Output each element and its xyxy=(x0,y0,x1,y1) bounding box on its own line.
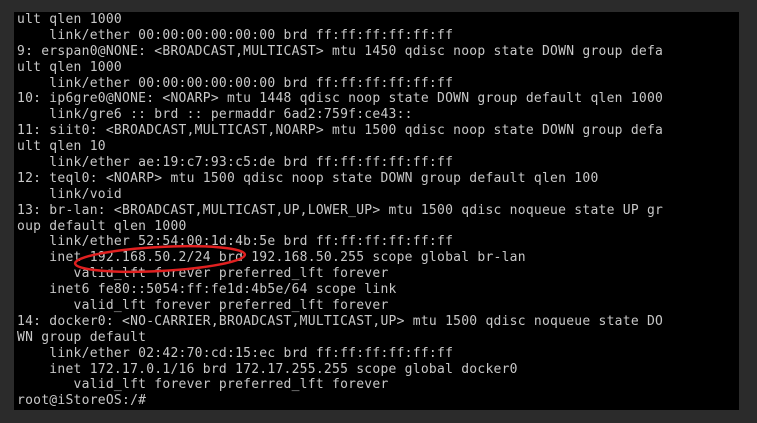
terminal-line: valid_lft forever preferred_lft forever xyxy=(17,266,389,282)
terminal-line: valid_lft forever preferred_lft forever xyxy=(17,377,389,393)
terminal-line: 9: erspan0@NONE: <BROADCAST,MULTICAST> m… xyxy=(17,43,664,59)
terminal-line: 13: br-lan: <BROADCAST,MULTICAST,UP,LOWE… xyxy=(17,202,664,218)
terminal-line: link/gre6 :: brd :: permaddr 6ad2:759f:c… xyxy=(17,107,413,123)
terminal-line: ult qlen 1000 xyxy=(17,12,122,27)
terminal-line: ult qlen 1000 xyxy=(17,59,122,75)
terminal-line: 14: docker0: <NO-CARRIER,BROADCAST,MULTI… xyxy=(17,313,664,329)
shell-prompt[interactable]: root@iStoreOS:/# xyxy=(17,393,663,409)
terminal-line: link/ether 00:00:00:00:00:00 brd ff:ff:f… xyxy=(17,27,454,43)
terminal-line: 10: ip6gre0@NONE: <NOARP> mtu 1448 qdisc… xyxy=(17,91,664,107)
terminal-line: 12: teql0: <NOARP> mtu 1500 qdisc noop s… xyxy=(17,170,599,186)
terminal-line: link/ether 52:54:00:1d:4b:5e brd ff:ff:f… xyxy=(17,234,454,250)
terminal-line: valid_lft forever preferred_lft forever xyxy=(17,298,389,314)
terminal-line: link/void xyxy=(17,186,122,202)
terminal-line: inet 172.17.0.1/16 brd 172.17.255.255 sc… xyxy=(17,361,518,377)
terminal-line-br-lan-inet: inet 192.168.50.2/24 brd 192.168.50.255 … xyxy=(17,250,526,266)
terminal-window[interactable]: ult qlen 1000 link/ether 00:00:00:00:00:… xyxy=(14,12,739,410)
terminal-line: oup default qlen 1000 xyxy=(17,218,187,234)
terminal-line: WN group default xyxy=(17,329,147,345)
terminal-line: ult qlen 10 xyxy=(17,139,106,155)
terminal-line: 11: siit0: <BROADCAST,MULTICAST,NOARP> m… xyxy=(17,123,664,139)
terminal-line: inet6 fe80::5054:ff:fe1d:4b5e/64 scope l… xyxy=(17,282,397,298)
terminal-output: ult qlen 1000 link/ether 00:00:00:00:00:… xyxy=(17,12,663,409)
terminal-line: link/ether ae:19:c7:93:c5:de brd ff:ff:f… xyxy=(17,155,454,171)
terminal-line: link/ether 02:42:70:cd:15:ec brd ff:ff:f… xyxy=(17,345,454,361)
terminal-line: link/ether 00:00:00:00:00:00 brd ff:ff:f… xyxy=(17,75,454,91)
